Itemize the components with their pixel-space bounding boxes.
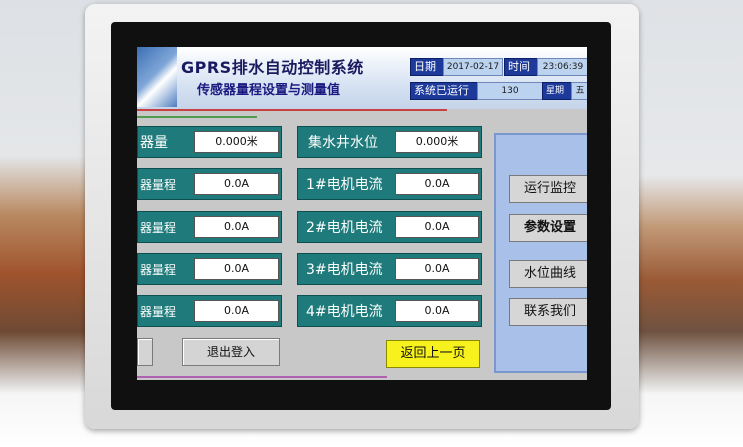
time-label: 时间 <box>504 58 538 76</box>
right-row-4: 3#电机电流 0.0A <box>297 253 482 285</box>
nav-run-monitor[interactable]: 运行监控 <box>509 175 587 203</box>
right-row-value[interactable]: 0.0A <box>395 216 479 238</box>
date-value: 2017-02-17 <box>443 58 503 76</box>
left-row-label: 器量程 <box>140 305 177 319</box>
partial-button[interactable] <box>137 338 153 366</box>
right-row-value[interactable]: 0.000米 <box>395 131 479 153</box>
side-nav-panel: 运行监控 参数设置 水位曲线 联系我们 <box>494 133 587 373</box>
date-label: 日期 <box>410 58 444 76</box>
divider-red <box>137 109 447 111</box>
runtime-value: 130 <box>477 82 543 100</box>
background-right <box>633 0 743 390</box>
weekday-label: 星期 <box>542 82 572 100</box>
left-row-1: 器量 0.000米 <box>137 126 282 158</box>
left-row-label: 器量 <box>140 135 168 151</box>
header-bar: GPRS排水自动控制系统 传感器量程设置与测量值 日期 2017-02-17 时… <box>137 47 587 109</box>
right-row-3: 2#电机电流 0.0A <box>297 211 482 243</box>
runtime-label: 系统已运行 <box>410 82 478 100</box>
left-row-2: 器量程 0.0A <box>137 168 282 200</box>
right-row-5: 4#电机电流 0.0A <box>297 295 482 327</box>
left-row-label: 器量程 <box>140 178 177 192</box>
right-row-2: 1#电机电流 0.0A <box>297 168 482 200</box>
nav-water-curve[interactable]: 水位曲线 <box>509 260 587 288</box>
left-row-value[interactable]: 0.0A <box>194 216 279 238</box>
app-title: GPRS排水自动控制系统 <box>181 58 364 77</box>
background-left <box>0 0 95 390</box>
nav-contact-us[interactable]: 联系我们 <box>509 298 587 326</box>
left-row-5: 器量程 0.0A <box>137 295 282 327</box>
right-row-label: 集水井水位 <box>308 135 378 151</box>
right-row-label: 1#电机电流 <box>306 177 383 193</box>
left-row-label: 器量程 <box>140 263 177 277</box>
left-row-value[interactable]: 0.0A <box>194 300 279 322</box>
right-row-label: 3#电机电流 <box>306 262 383 278</box>
right-row-value[interactable]: 0.0A <box>395 173 479 195</box>
time-value: 23:06:39 <box>537 58 587 76</box>
right-row-value[interactable]: 0.0A <box>395 300 479 322</box>
right-row-label: 4#电机电流 <box>306 304 383 320</box>
back-button[interactable]: 返回上一页 <box>386 340 480 368</box>
left-row-label: 器量程 <box>140 221 177 235</box>
weekday-value: 五 <box>571 82 587 100</box>
right-row-label: 2#电机电流 <box>306 220 383 236</box>
nav-param-settings[interactable]: 参数设置 <box>509 214 587 242</box>
left-row-value[interactable]: 0.000米 <box>194 131 279 153</box>
left-row-value[interactable]: 0.0A <box>194 258 279 280</box>
divider-green <box>137 116 257 118</box>
left-row-4: 器量程 0.0A <box>137 253 282 285</box>
hmi-screen: GPRS排水自动控制系统 传感器量程设置与测量值 日期 2017-02-17 时… <box>137 47 587 380</box>
divider-purple <box>137 376 387 378</box>
logo-icon <box>137 47 177 107</box>
logout-button[interactable]: 退出登入 <box>182 338 280 366</box>
right-row-value[interactable]: 0.0A <box>395 258 479 280</box>
right-row-1: 集水井水位 0.000米 <box>297 126 482 158</box>
left-row-value[interactable]: 0.0A <box>194 173 279 195</box>
left-row-3: 器量程 0.0A <box>137 211 282 243</box>
page-subtitle: 传感器量程设置与测量值 <box>197 83 341 98</box>
